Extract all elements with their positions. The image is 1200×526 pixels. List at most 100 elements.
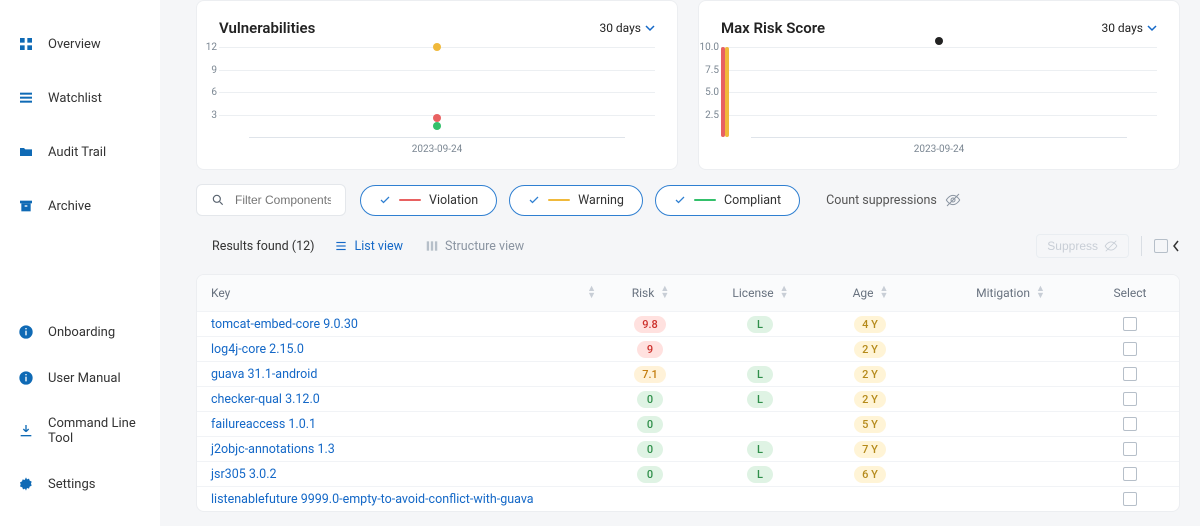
sidebar-item-watchlist[interactable]: Watchlist — [0, 80, 160, 116]
sidebar-item-archive[interactable]: Archive — [0, 188, 160, 224]
component-key-link[interactable]: jsr305 3.0.2 — [211, 467, 277, 482]
component-key-link[interactable]: guava 31.1-android — [211, 367, 317, 382]
eye-off-icon — [1104, 239, 1118, 253]
list-view-toggle[interactable]: List view — [334, 239, 403, 254]
divider — [1141, 236, 1142, 256]
age-badge: 2 Y — [854, 391, 886, 408]
row-checkbox[interactable] — [1123, 392, 1137, 406]
collapse-all-toggle[interactable] — [1154, 239, 1180, 253]
row-checkbox[interactable] — [1123, 492, 1137, 506]
risk-badge: 0 — [637, 441, 663, 458]
filter-pill-compliant[interactable]: Compliant — [655, 185, 800, 216]
vulnerabilities-chart: 129632023-09-24 — [219, 47, 655, 155]
risk-badge: 0 — [637, 466, 663, 483]
chart-point — [433, 114, 441, 122]
max-risk-title: Max Risk Score — [721, 19, 825, 37]
vulnerabilities-period-selector[interactable]: 30 days — [599, 21, 655, 35]
info-icon — [18, 370, 34, 386]
chart-point — [433, 122, 441, 130]
col-key[interactable]: Key▲▼ — [211, 286, 595, 300]
sort-icon: ▲▼ — [660, 286, 668, 300]
main-content: Vulnerabilities 30 days 129632023-09-24 … — [160, 0, 1200, 526]
sidebar-item-user-manual[interactable]: User Manual — [0, 360, 160, 396]
max-risk-period-selector[interactable]: 30 days — [1101, 21, 1157, 35]
check-icon — [379, 194, 391, 206]
risk-badge: 7.1 — [634, 366, 666, 383]
legend-line — [694, 199, 716, 201]
list-icon — [334, 239, 348, 253]
component-key-link[interactable]: log4j-core 2.15.0 — [211, 342, 304, 357]
results-found-label: Results found (12) — [212, 239, 314, 254]
col-mitigation[interactable]: Mitigation▲▼ — [925, 286, 1095, 300]
component-key-link[interactable]: tomcat-embed-core 9.0.30 — [211, 317, 358, 332]
row-checkbox[interactable] — [1123, 342, 1137, 356]
row-checkbox[interactable] — [1123, 367, 1137, 381]
sidebar-item-audit-trail[interactable]: Audit Trail — [0, 134, 160, 170]
risk-badge: 0 — [637, 391, 663, 408]
component-key-link[interactable]: failureaccess 1.0.1 — [211, 417, 316, 432]
table-row: log4j-core 2.15.092 Y — [197, 336, 1179, 361]
component-key-link[interactable]: j2objc-annotations 1.3 — [211, 442, 335, 457]
row-checkbox[interactable] — [1123, 417, 1137, 431]
row-checkbox[interactable] — [1123, 467, 1137, 481]
sidebar-item-onboarding[interactable]: Onboarding — [0, 314, 160, 350]
sidebar-item-label: Audit Trail — [48, 145, 106, 160]
max-risk-chart: 10.07.55.02.52023-09-24 — [721, 47, 1157, 155]
columns-icon — [425, 239, 439, 253]
sidebar-item-label: User Manual — [48, 371, 121, 386]
sort-icon: ▲▼ — [1036, 286, 1044, 300]
sidebar-item-label: Command Line Tool — [48, 416, 142, 446]
sidebar-item-label: Onboarding — [48, 325, 115, 340]
age-badge: 6 Y — [854, 466, 886, 483]
age-badge: 5 Y — [854, 416, 886, 433]
age-badge: 4 Y — [854, 316, 886, 333]
col-risk[interactable]: Risk▲▼ — [595, 286, 705, 300]
x-axis-label: 2023-09-24 — [412, 144, 463, 155]
filter-pill-label: Compliant — [724, 193, 781, 208]
filter-pill-warning[interactable]: Warning — [509, 185, 643, 216]
period-label: 30 days — [1101, 21, 1143, 35]
count-suppressions-toggle[interactable]: Count suppressions — [814, 185, 973, 215]
license-badge: L — [747, 466, 773, 483]
age-badge: 2 Y — [854, 341, 886, 358]
filter-components-input-wrapper[interactable] — [196, 184, 346, 216]
row-checkbox[interactable] — [1123, 317, 1137, 331]
sidebar-item-label: Archive — [48, 199, 91, 214]
table-row: guava 31.1-android7.1L2 Y — [197, 361, 1179, 386]
suppress-button[interactable]: Suppress — [1036, 234, 1129, 258]
sidebar-item-command-line-tool[interactable]: Command Line Tool — [0, 406, 160, 456]
table-row: jsr305 3.0.2 0 L 6 Y — [197, 461, 1179, 486]
component-key-link[interactable]: listenablefuture 9999.0-empty-to-avoid-c… — [211, 492, 534, 507]
max-risk-card: Max Risk Score 30 days 10.07.55.02.52023… — [698, 0, 1180, 170]
sidebar-item-settings[interactable]: Settings — [0, 466, 160, 502]
sidebar-item-overview[interactable]: Overview — [0, 26, 160, 62]
list-icon — [18, 90, 34, 106]
info-icon — [18, 324, 34, 340]
eye-off-icon — [945, 192, 961, 208]
structure-view-toggle[interactable]: Structure view — [425, 239, 524, 254]
row-checkbox[interactable] — [1123, 442, 1137, 456]
legend-line — [548, 199, 570, 201]
count-suppressions-label: Count suppressions — [826, 193, 937, 208]
age-badge: 7 Y — [854, 441, 886, 458]
filter-components-input[interactable] — [235, 193, 331, 207]
sidebar-item-label: Settings — [48, 477, 95, 492]
sort-icon: ▲▼ — [880, 286, 888, 300]
gear-icon — [18, 476, 34, 492]
component-key-link[interactable]: checker-qual 3.12.0 — [211, 392, 320, 407]
col-age[interactable]: Age▲▼ — [815, 286, 925, 300]
table-header: Key▲▼ Risk▲▼ License▲▼ Age▲▼ Mitigation▲… — [197, 275, 1179, 311]
sidebar: Overview Watchlist Audit Trail Archive Onbo… — [0, 0, 160, 526]
components-table: Key▲▼ Risk▲▼ License▲▼ Age▲▼ Mitigation▲… — [196, 274, 1180, 512]
sidebar-item-label: Watchlist — [48, 91, 102, 106]
x-axis-label: 2023-09-24 — [914, 144, 965, 155]
col-license[interactable]: License▲▼ — [705, 286, 815, 300]
filter-pill-violation[interactable]: Violation — [360, 185, 497, 216]
check-icon — [674, 194, 686, 206]
filter-pill-label: Violation — [429, 193, 478, 208]
age-badge: 2 Y — [854, 366, 886, 383]
search-icon — [211, 193, 225, 207]
chevron-left-icon — [1172, 240, 1180, 252]
period-label: 30 days — [599, 21, 641, 35]
sort-icon: ▲▼ — [780, 286, 788, 300]
